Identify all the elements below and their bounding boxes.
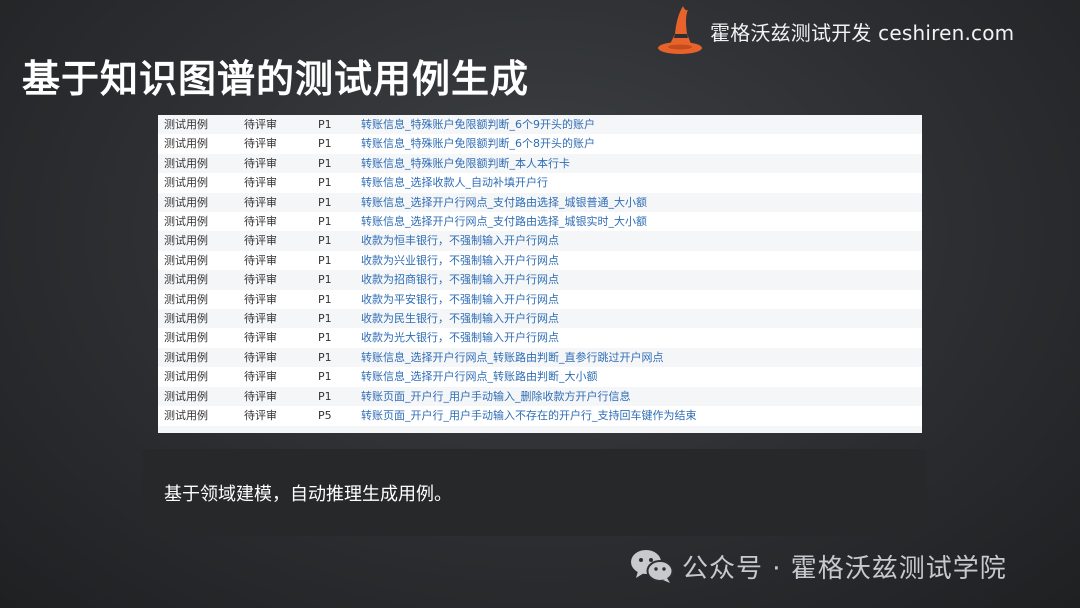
- cut-off-cell: [318, 425, 361, 433]
- case-status-cell: 待评审: [244, 367, 318, 387]
- case-title-link[interactable]: 转账信息_选择开户行网点_支付路由选择_城银普通_大小额: [361, 192, 922, 213]
- cut-off-cell: [361, 425, 922, 433]
- case-title-link[interactable]: 转账信息_选择开户行网点_转账路由判断_直参行跳过开户网点: [361, 347, 922, 368]
- case-priority-cell: P1: [318, 367, 361, 387]
- case-priority-cell: P1: [318, 134, 361, 154]
- case-status-cell: 待评审: [244, 115, 318, 135]
- case-status-cell: 待评审: [244, 173, 318, 193]
- case-title-link[interactable]: 转账信息_选择收款人_自动补填开户行: [361, 173, 922, 193]
- case-title-link[interactable]: 转账页面_开户行_用户手动输入_删除收款方开户行信息: [361, 386, 922, 407]
- case-title-link[interactable]: 收款为光大银行，不强制输入开户行网点: [361, 328, 922, 348]
- case-type-cell: 测试用例: [158, 250, 244, 271]
- case-status-cell: 待评审: [244, 309, 318, 329]
- case-priority-cell: P1: [318, 250, 361, 271]
- case-status-cell: 待评审: [244, 212, 318, 232]
- brand-header: 霍格沃兹测试开发 ceshiren.com: [656, 4, 1056, 58]
- wechat-icon: [631, 550, 674, 583]
- table-row[interactable]: 测试用例 待评审 P1 转账信息_特殊账户免限额判断_6个8开头的账户: [158, 134, 922, 154]
- case-title-link[interactable]: 转账页面_开户行_用户手动输入不存在的开户行_支持回车键作为结束: [361, 406, 922, 426]
- watermark: 公众号 · 霍格沃兹测试学院: [630, 546, 1007, 586]
- table-row[interactable]: 测试用例 待评审 P1 收款为招商银行，不强制输入开户行网点: [158, 270, 922, 290]
- table-row[interactable]: 测试用例 待评审 P1 收款为民生银行，不强制输入开户行网点: [158, 309, 922, 329]
- case-title-link[interactable]: 转账信息_特殊账户免限额判断_本人本行卡: [361, 153, 922, 174]
- page-title: 基于知识图谱的测试用例生成: [22, 57, 530, 101]
- case-priority-cell: P1: [318, 386, 361, 407]
- case-type-cell: 测试用例: [158, 134, 244, 154]
- case-priority-cell: P1: [318, 309, 361, 329]
- case-priority-cell: P1: [318, 212, 361, 232]
- table-row[interactable]: 测试用例 待评审 P1 转账信息_选择开户行网点_支付路由选择_城银实时_大小额: [158, 212, 922, 232]
- case-title-link[interactable]: 转账信息_选择开户行网点_支付路由选择_城银实时_大小额: [361, 212, 922, 232]
- case-type-cell: 测试用例: [158, 309, 244, 329]
- case-status-cell: 待评审: [244, 347, 318, 368]
- table-row[interactable]: 测试用例 待评审 P1 转账页面_开户行_用户手动输入_删除收款方开户行信息: [158, 386, 922, 407]
- case-priority-cell: P1: [318, 192, 361, 213]
- case-type-cell: 测试用例: [158, 115, 244, 135]
- case-status-cell: 待评审: [244, 231, 318, 251]
- case-title-link[interactable]: 收款为兴业银行，不强制输入开户行网点: [361, 250, 922, 271]
- case-type-cell: 测试用例: [158, 328, 244, 348]
- case-type-cell: 测试用例: [158, 347, 244, 368]
- table-row[interactable]: 测试用例 待评审 P1 转账信息_选择开户行网点_转账路由判断_大小额: [158, 367, 922, 387]
- case-priority-cell: P1: [318, 173, 361, 193]
- brand-name: 霍格沃兹测试开发 ceshiren.com: [710, 20, 1015, 45]
- wizard-hat-icon: [658, 6, 702, 54]
- table-row[interactable]: 测试用例 待评审 P1 转账信息_选择开户行网点_转账路由判断_直参行跳过开户网点: [158, 347, 922, 368]
- case-type-cell: 测试用例: [158, 386, 244, 407]
- table-row-cut-off: [158, 425, 922, 433]
- caption-text: 基于领域建模，自动推理生成用例。: [164, 483, 452, 505]
- table-row[interactable]: 测试用例 待评审 P5 转账页面_开户行_用户手动输入不存在的开户行_支持回车键作为结…: [158, 406, 922, 426]
- test-case-table: 测试用例 待评审 P1 转账信息_特殊账户免限额判断_6个9开头的账户 测试用例 待评审 P…: [158, 115, 922, 433]
- case-type-cell: 测试用例: [158, 212, 244, 232]
- case-title-link[interactable]: 转账信息_选择开户行网点_转账路由判断_大小额: [361, 367, 922, 387]
- case-type-cell: 测试用例: [158, 173, 244, 193]
- case-status-cell: 待评审: [244, 386, 318, 407]
- table-row[interactable]: 测试用例 待评审 P1 转账信息_特殊账户免限额判断_本人本行卡: [158, 153, 922, 174]
- cut-off-cell: [244, 425, 318, 433]
- case-priority-cell: P1: [318, 328, 361, 348]
- case-priority-cell: P1: [318, 115, 361, 135]
- case-priority-cell: P1: [318, 289, 361, 310]
- case-type-cell: 测试用例: [158, 192, 244, 213]
- case-status-cell: 待评审: [244, 192, 318, 213]
- case-type-cell: 测试用例: [158, 289, 244, 310]
- case-title-link[interactable]: 收款为恒丰银行，不强制输入开户行网点: [361, 231, 922, 251]
- test-case-table-screenshot: 测试用例 待评审 P1 转账信息_特殊账户免限额判断_6个9开头的账户 测试用例 待评审 P…: [158, 115, 922, 433]
- table-row[interactable]: 测试用例 待评审 P1 转账信息_选择收款人_自动补填开户行: [158, 173, 922, 193]
- case-priority-cell: P1: [318, 153, 361, 174]
- case-title-link[interactable]: 转账信息_特殊账户免限额判断_6个9开头的账户: [361, 115, 922, 135]
- table-row[interactable]: 测试用例 待评审 P1 收款为光大银行，不强制输入开户行网点: [158, 328, 922, 348]
- case-type-cell: 测试用例: [158, 270, 244, 290]
- case-priority-cell: P1: [318, 270, 361, 290]
- watermark-text: 公众号 · 霍格沃兹测试学院: [682, 553, 1007, 584]
- case-type-cell: 测试用例: [158, 153, 244, 174]
- case-type-cell: 测试用例: [158, 231, 244, 251]
- cut-off-cell: [158, 425, 244, 433]
- case-status-cell: 待评审: [244, 134, 318, 154]
- case-status-cell: 待评审: [244, 270, 318, 290]
- case-type-cell: 测试用例: [158, 406, 244, 426]
- case-priority-cell: P1: [318, 347, 361, 368]
- case-status-cell: 待评审: [244, 153, 318, 174]
- case-status-cell: 待评审: [244, 289, 318, 310]
- case-title-link[interactable]: 转账信息_特殊账户免限额判断_6个8开头的账户: [361, 134, 922, 154]
- table-row[interactable]: 测试用例 待评审 P1 转账信息_特殊账户免限额判断_6个9开头的账户: [158, 115, 922, 135]
- case-title-link[interactable]: 收款为平安银行，不强制输入开户行网点: [361, 289, 922, 310]
- case-priority-cell: P1: [318, 231, 361, 251]
- case-status-cell: 待评审: [244, 250, 318, 271]
- table-row[interactable]: 测试用例 待评审 P1 转账信息_选择开户行网点_支付路由选择_城银普通_大小额: [158, 192, 922, 213]
- table-row[interactable]: 测试用例 待评审 P1 收款为平安银行，不强制输入开户行网点: [158, 289, 922, 310]
- case-status-cell: 待评审: [244, 328, 318, 348]
- case-priority-cell: P5: [318, 406, 361, 426]
- case-type-cell: 测试用例: [158, 367, 244, 387]
- case-title-link[interactable]: 收款为招商银行，不强制输入开户行网点: [361, 270, 922, 290]
- table-row[interactable]: 测试用例 待评审 P1 收款为兴业银行，不强制输入开户行网点: [158, 250, 922, 271]
- case-status-cell: 待评审: [244, 406, 318, 426]
- caption-box: 基于领域建模，自动推理生成用例。: [142, 449, 927, 536]
- table-row[interactable]: 测试用例 待评审 P1 收款为恒丰银行，不强制输入开户行网点: [158, 231, 922, 251]
- case-title-link[interactable]: 收款为民生银行，不强制输入开户行网点: [361, 309, 922, 329]
